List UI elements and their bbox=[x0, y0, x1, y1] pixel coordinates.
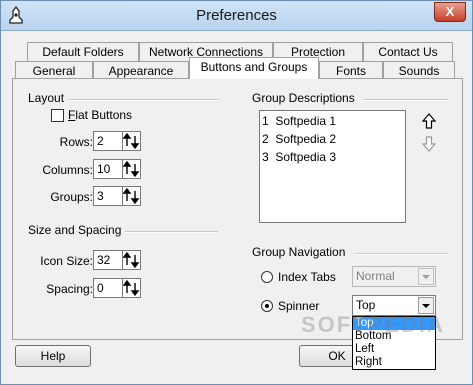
layout-separator bbox=[68, 99, 218, 101]
close-button[interactable]: X bbox=[434, 2, 466, 22]
tab-label: Sounds bbox=[398, 64, 440, 78]
tab-label: Contact Us bbox=[378, 45, 438, 59]
window-title: Preferences bbox=[196, 7, 277, 24]
spin-arrows-icon bbox=[122, 251, 140, 269]
icon-size-field[interactable]: 32 bbox=[93, 250, 123, 270]
close-icon: X bbox=[445, 4, 455, 19]
tab-label: Appearance bbox=[108, 64, 174, 78]
rows-label: Rows: bbox=[59, 135, 93, 149]
group-navigation-separator bbox=[355, 253, 448, 255]
spacing-spinner[interactable] bbox=[122, 278, 141, 298]
buttons-and-groups-panel: Layout Flat Buttons Rows: 2 Columns: 10 … bbox=[12, 78, 463, 370]
help-button[interactable]: Help bbox=[15, 345, 91, 367]
flat-buttons-label-text: lat Buttons bbox=[75, 108, 133, 122]
ok-button-label: OK bbox=[328, 349, 346, 363]
icon-size-spinner[interactable] bbox=[122, 250, 141, 270]
spinner-position-value: Top bbox=[356, 298, 376, 312]
rows-field[interactable]: 2 bbox=[93, 131, 123, 151]
spacing-field[interactable]: 0 bbox=[93, 278, 123, 298]
group-descriptions-heading: Group Descriptions bbox=[252, 91, 359, 105]
chevron-down-icon bbox=[422, 275, 430, 279]
list-item[interactable]: 3 Softpedia 3 bbox=[262, 150, 336, 164]
list-item[interactable]: 2 Softpedia 2 bbox=[262, 132, 336, 146]
size-spacing-heading: Size and Spacing bbox=[28, 223, 126, 237]
icon-size-label: Icon Size: bbox=[40, 254, 93, 268]
tab-label: General bbox=[32, 64, 76, 78]
list-item[interactable]: 1 Softpedia 1 bbox=[262, 114, 336, 128]
tab-contact-us[interactable]: Contact Us bbox=[363, 42, 453, 62]
watermark: SOFTPEDIA bbox=[301, 312, 445, 337]
chevron-down-icon bbox=[422, 304, 430, 308]
tab-buttons-and-groups[interactable]: Buttons and Groups bbox=[189, 57, 319, 79]
layout-heading: Layout bbox=[28, 91, 69, 105]
list-item-number: 3 bbox=[262, 150, 269, 164]
tab-label: Default Folders bbox=[42, 45, 124, 59]
tab-default-folders[interactable]: Default Folders bbox=[27, 42, 139, 62]
preferences-window: Preferences X Default Folders Network Co… bbox=[0, 0, 473, 385]
flat-buttons-checkbox[interactable] bbox=[51, 109, 64, 122]
spin-arrows-icon bbox=[122, 187, 140, 205]
flat-buttons-label: Flat Buttons bbox=[68, 108, 133, 122]
spin-arrows-icon bbox=[122, 132, 140, 150]
spin-arrows-icon bbox=[122, 279, 140, 297]
index-tabs-label: Index Tabs bbox=[278, 270, 336, 284]
list-item-number: 1 bbox=[262, 114, 269, 128]
index-tabs-radio[interactable] bbox=[261, 271, 273, 283]
size-spacing-separator bbox=[123, 231, 218, 233]
group-descriptions-list[interactable]: 1 Softpedia 1 2 Softpedia 2 3 Softpedia … bbox=[259, 110, 406, 223]
list-item-label: Softpedia 1 bbox=[275, 114, 337, 128]
groups-spinner[interactable] bbox=[122, 186, 141, 206]
title-bar[interactable]: Preferences X bbox=[1, 1, 472, 31]
move-down-icon[interactable] bbox=[422, 136, 436, 152]
group-descriptions-separator bbox=[363, 99, 448, 101]
list-item-number: 2 bbox=[262, 132, 269, 146]
spinner-radio[interactable] bbox=[261, 300, 273, 312]
dropdown-option-right[interactable]: Right bbox=[353, 356, 435, 369]
group-navigation-heading: Group Navigation bbox=[252, 245, 350, 259]
tab-label: Buttons and Groups bbox=[200, 60, 308, 74]
list-item-label: Softpedia 2 bbox=[275, 132, 337, 146]
spin-arrows-icon bbox=[122, 160, 140, 178]
dropdown-option-left[interactable]: Left bbox=[353, 343, 435, 356]
groups-label: Groups: bbox=[50, 190, 93, 204]
list-item-label: Softpedia 3 bbox=[275, 150, 337, 164]
move-up-icon[interactable] bbox=[422, 113, 436, 129]
columns-field[interactable]: 10 bbox=[93, 159, 123, 179]
spacing-label: Spacing: bbox=[46, 282, 93, 296]
columns-label: Columns: bbox=[42, 163, 93, 177]
tab-label: Fonts bbox=[335, 64, 366, 78]
groups-field[interactable]: 3 bbox=[93, 186, 123, 206]
rows-spinner[interactable] bbox=[122, 131, 141, 151]
columns-spinner[interactable] bbox=[122, 159, 141, 179]
spinner-label: Spinner bbox=[278, 299, 320, 313]
index-tabs-dropdown-button bbox=[418, 268, 434, 285]
help-button-label: Help bbox=[40, 349, 66, 363]
index-tabs-select-value: Normal bbox=[356, 269, 395, 283]
index-tabs-select: Normal bbox=[352, 266, 436, 287]
